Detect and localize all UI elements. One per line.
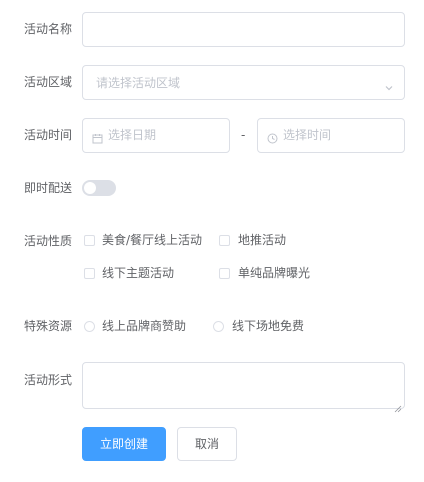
type-checkbox-1[interactable] [84, 235, 95, 246]
time-label: 活动时间 [24, 128, 73, 142]
resource-option-1[interactable]: 线上品牌商赞助 [102, 318, 186, 334]
calendar-icon [92, 129, 103, 148]
resource-option-2[interactable]: 线下场地免费 [232, 318, 304, 334]
chevron-down-icon [384, 78, 394, 97]
type-label: 活动性质 [24, 234, 73, 248]
submit-button[interactable]: 立即创建 [82, 427, 166, 461]
resize-handle-icon[interactable] [394, 398, 402, 413]
name-label: 活动名称 [24, 22, 73, 36]
type-option-3[interactable]: 线下主题活动 [102, 265, 174, 281]
delivery-label: 即时配送 [24, 181, 73, 195]
region-label: 活动区域 [24, 75, 73, 89]
region-select[interactable]: 请选择活动区域 [82, 65, 405, 100]
type-option-4[interactable]: 单纯品牌曝光 [238, 265, 310, 281]
desc-textarea[interactable] [82, 362, 405, 413]
time-picker[interactable]: 选择时间 [257, 118, 405, 153]
resource-radio-2[interactable] [213, 321, 224, 332]
type-checkbox-3[interactable] [84, 268, 95, 279]
resource-label: 特殊资源 [24, 319, 73, 333]
activity-form: 活动名称 活动区域 请选择活动区域 活动时间 选择日期 - 选择时间 即时配送 … [0, 0, 424, 482]
type-option-2[interactable]: 地推活动 [238, 232, 286, 248]
type-checkbox-2[interactable] [219, 235, 230, 246]
cancel-button[interactable]: 取消 [177, 427, 237, 461]
desc-label: 活动形式 [24, 373, 73, 387]
time-separator: - [241, 128, 246, 142]
type-checkbox-4[interactable] [219, 268, 230, 279]
delivery-switch[interactable] [82, 180, 116, 196]
switch-knob [84, 182, 96, 194]
region-placeholder: 请选择活动区域 [96, 76, 181, 90]
resource-radio-1[interactable] [84, 321, 95, 332]
date-picker[interactable]: 选择日期 [82, 118, 230, 153]
type-option-1[interactable]: 美食/餐厅线上活动 [102, 232, 202, 248]
date-placeholder: 选择日期 [108, 128, 157, 142]
name-input[interactable] [82, 12, 405, 47]
clock-icon [267, 129, 278, 148]
time-placeholder: 选择时间 [283, 128, 332, 142]
